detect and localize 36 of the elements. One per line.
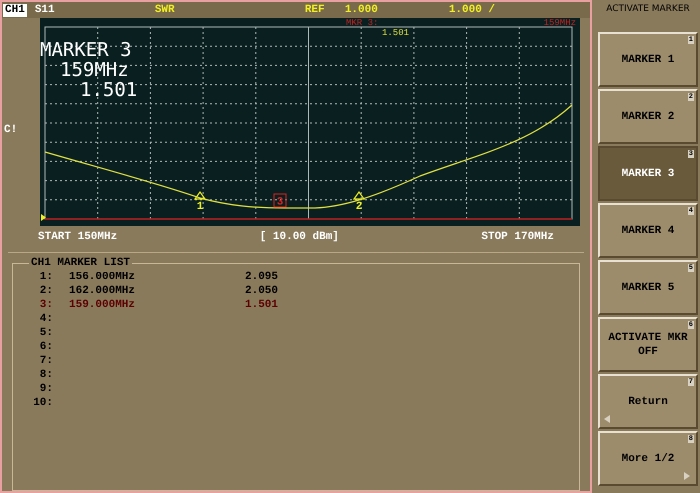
marker-frequency: 162.000MHz	[69, 284, 136, 298]
marker-value: 2.050	[245, 284, 278, 298]
marker-index: 6:	[38, 340, 53, 354]
marker-index: 2:	[38, 284, 53, 298]
marker-index: 4:	[38, 312, 53, 326]
channel-label: CH1	[3, 4, 27, 16]
left-arrow-icon	[604, 415, 610, 423]
ref-label: REF	[304, 2, 326, 18]
marker-index: 5:	[38, 326, 53, 340]
stop-frequency: STOP 170MHz	[481, 230, 554, 245]
power-level: [ 10.00 dBm]	[260, 230, 339, 245]
marker-index: 10:	[32, 396, 53, 410]
marker-symbol: 3	[274, 194, 286, 208]
marker-frequency: 159.000MHz	[69, 298, 136, 312]
ref-value: 1.000	[344, 2, 379, 18]
marker-index: 9:	[38, 382, 53, 396]
start-frequency: START 150MHz	[38, 230, 118, 245]
active-marker-value: 1.501	[382, 28, 410, 38]
parameter-label: S11	[34, 2, 56, 18]
marker-index: 7:	[38, 354, 53, 368]
marker-readout-value: 1.501	[80, 80, 138, 100]
marker-readout-frequency: 159MHz	[60, 60, 130, 80]
marker-index: 1:	[38, 270, 53, 284]
marker-index: 8:	[38, 368, 53, 382]
reference-pointer-icon	[41, 214, 46, 221]
side-label: C!	[4, 122, 18, 138]
right-arrow-icon	[684, 472, 690, 480]
marker-value: 2.095	[245, 270, 278, 284]
marker-value: 1.501	[245, 298, 278, 312]
softkey-menu-title: ACTIVATE MARKER	[605, 3, 691, 16]
marker-frequency: 156.000MHz	[69, 270, 136, 284]
scale-value: 1.000 /	[448, 2, 496, 18]
active-marker-label: MKR 3:	[346, 18, 378, 28]
format-label: SWR	[154, 2, 176, 18]
marker-index: 3:	[38, 298, 53, 312]
active-marker-frequency: 159MHz	[544, 18, 576, 28]
